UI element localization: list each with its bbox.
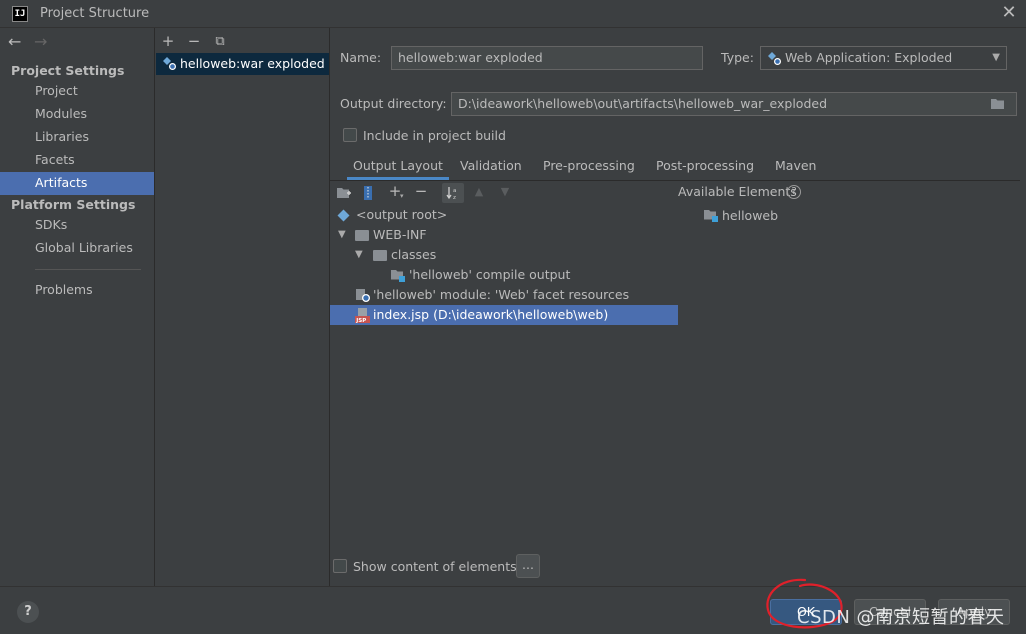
tab-validation[interactable]: Validation <box>454 158 528 180</box>
artifact-name-label: helloweb:war exploded <box>180 56 325 71</box>
remove-artifact-icon[interactable]: − <box>185 32 203 50</box>
jsp-file-icon: JSP <box>355 308 370 323</box>
type-label: Type: <box>721 50 754 65</box>
add-element-dropdown-icon[interactable]: ▾ <box>400 192 404 200</box>
back-arrow-icon[interactable]: ← <box>8 32 21 51</box>
output-directory-label: Output directory: <box>340 96 447 111</box>
new-folder-icon[interactable] <box>336 186 352 200</box>
svg-text:z: z <box>453 195 456 200</box>
nav-item-global-libraries[interactable]: Global Libraries <box>0 237 154 260</box>
tree-item-label: index.jsp (D:\ideawork\helloweb\web) <box>373 307 609 322</box>
help-icon[interactable]: ? <box>787 185 801 199</box>
move-up-icon[interactable]: ▲ <box>470 185 488 198</box>
nav-divider <box>35 269 141 270</box>
include-in-build-label: Include in project build <box>363 128 506 143</box>
output-root-icon <box>337 209 350 222</box>
browse-folder-icon[interactable] <box>990 97 1005 110</box>
available-item-label: helloweb <box>722 208 779 223</box>
tree-item-label: classes <box>391 247 437 262</box>
chevron-down-icon[interactable]: ▼ <box>355 245 363 265</box>
nav-item-modules[interactable]: Modules <box>0 103 154 126</box>
type-value: Web Application: Exploded <box>785 50 953 65</box>
move-down-icon[interactable]: ▼ <box>496 185 514 198</box>
folder-icon <box>355 230 369 241</box>
module-folder-icon <box>704 210 718 222</box>
tree-item-label: 'helloweb' compile output <box>409 267 571 282</box>
tab-pre-processing[interactable]: Pre-processing <box>537 158 641 180</box>
tree-item-output-root[interactable]: <output root> <box>330 205 678 225</box>
title-bar: IJ Project Structure ✕ <box>0 0 1026 28</box>
tree-item-web-facet-resources[interactable]: 'helloweb' module: 'Web' facet resources <box>330 285 678 305</box>
output-layout-tree: <output root> ▼ WEB-INF ▼ classes 'hello… <box>330 204 678 544</box>
sort-icon: a z <box>446 187 456 200</box>
tab-output-layout[interactable]: Output Layout <box>347 158 449 180</box>
watermark-text: CSDN @南京短暂的春天 <box>797 607 1005 628</box>
copy-artifact-icon[interactable]: ⧉ <box>211 34 229 49</box>
tree-item-label: 'helloweb' module: 'Web' facet resources <box>373 287 630 302</box>
artifact-list-item[interactable]: helloweb:war exploded <box>156 53 329 75</box>
layout-toolbar: + ▾ − a z ▲ ▼ <box>330 180 1020 204</box>
available-elements-label: Available Elements <box>678 184 797 199</box>
tree-item-label: WEB-INF <box>373 227 427 242</box>
window-title: Project Structure <box>40 6 150 21</box>
chevron-down-icon[interactable]: ▼ <box>338 225 346 245</box>
show-content-options-button[interactable]: ... <box>516 554 540 578</box>
tree-item-classes[interactable]: ▼ classes <box>330 245 678 265</box>
tab-maven[interactable]: Maven <box>769 158 822 180</box>
available-item-helloweb[interactable]: helloweb <box>703 206 778 226</box>
show-content-label: Show content of elements <box>353 559 517 574</box>
nav-item-facets[interactable]: Facets <box>0 149 154 172</box>
close-window-button[interactable]: ✕ <box>998 2 1020 24</box>
tab-post-processing[interactable]: Post-processing <box>650 158 760 180</box>
tree-item-label: <output root> <box>356 207 448 222</box>
svg-text:JSP: JSP <box>355 318 366 323</box>
svg-text:a: a <box>453 188 456 194</box>
type-dropdown[interactable]: Web Application: Exploded ▼ <box>760 46 1007 70</box>
compile-output-icon <box>391 270 405 282</box>
archive-icon[interactable] <box>362 185 374 201</box>
nav-item-libraries[interactable]: Libraries <box>0 126 154 149</box>
sort-elements-button[interactable]: a z <box>442 183 464 203</box>
name-field[interactable]: helloweb:war exploded <box>391 46 703 70</box>
remove-element-icon[interactable]: − <box>412 182 430 200</box>
tree-item-index-jsp[interactable]: JSP index.jsp (D:\ideawork\helloweb\web) <box>330 305 678 325</box>
help-button[interactable]: ? <box>17 601 39 623</box>
show-content-checkbox[interactable] <box>333 559 347 573</box>
web-artifact-icon <box>163 57 176 70</box>
folder-icon <box>373 250 387 261</box>
nav-item-sdks[interactable]: SDKs <box>0 214 154 237</box>
artifacts-list-panel: + − ⧉ helloweb:war exploded <box>155 28 330 586</box>
web-artifact-icon <box>768 52 781 65</box>
name-label: Name: <box>340 50 382 65</box>
settings-nav: ← → Project Settings Project Modules Lib… <box>0 28 155 586</box>
web-facet-icon <box>356 289 370 302</box>
tree-item-compile-output[interactable]: 'helloweb' compile output <box>330 265 678 285</box>
nav-item-problems[interactable]: Problems <box>0 279 154 302</box>
nav-item-artifacts[interactable]: Artifacts <box>0 172 154 195</box>
output-directory-field[interactable]: D:\ideawork\helloweb\out\artifacts\hello… <box>451 92 1017 116</box>
add-artifact-icon[interactable]: + <box>159 32 177 50</box>
intellij-logo-icon: IJ <box>12 6 28 22</box>
platform-settings-heading: Platform Settings <box>11 197 136 212</box>
nav-item-project[interactable]: Project <box>0 80 154 103</box>
project-settings-heading: Project Settings <box>11 63 125 78</box>
tree-item-web-inf[interactable]: ▼ WEB-INF <box>330 225 678 245</box>
forward-arrow-icon[interactable]: → <box>34 32 47 51</box>
chevron-down-icon: ▼ <box>992 52 1000 63</box>
include-in-build-checkbox[interactable] <box>343 128 357 142</box>
